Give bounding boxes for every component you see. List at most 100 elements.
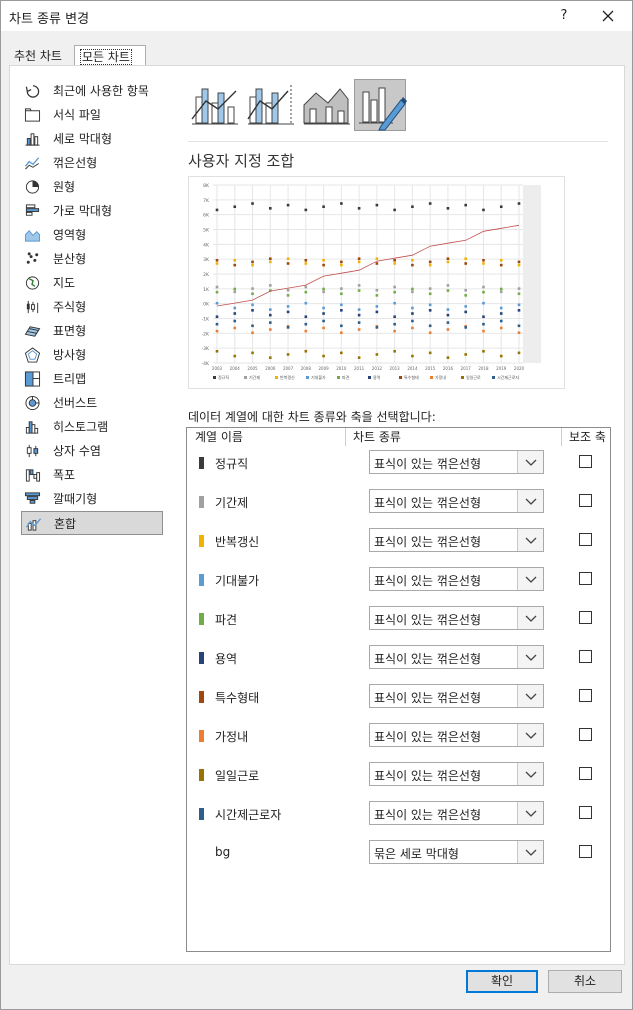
series-marker [304, 208, 308, 212]
chart-type-surface-chart[interactable]: 표면형 [21, 319, 163, 343]
close-button[interactable] [595, 5, 621, 27]
dropdown-button[interactable] [517, 568, 543, 590]
series-marker [251, 309, 254, 312]
chart-type-map-chart[interactable]: 지도 [21, 271, 163, 295]
series-marker [393, 262, 396, 265]
series-marker [464, 203, 468, 207]
legend-label: 기간제 [249, 374, 260, 380]
series-marker [464, 326, 468, 329]
chart-type-bar-chart[interactable]: 가로 막대형 [21, 199, 163, 223]
legend-swatch [461, 376, 464, 379]
tab-recommended-charts[interactable]: 추천 차트 [9, 45, 73, 65]
subtype-custom-combination[interactable] [354, 79, 407, 131]
secondary-axis-checkbox[interactable] [579, 806, 592, 819]
chart-type-dropdown[interactable]: 표식이 있는 꺾은선형 [369, 645, 544, 669]
secondary-axis-checkbox[interactable] [579, 455, 592, 468]
dropdown-button[interactable] [517, 802, 543, 824]
dropdown-button[interactable] [517, 607, 543, 629]
secondary-axis-checkbox[interactable] [579, 689, 592, 702]
series-marker [268, 308, 272, 311]
subtype-column-line-secondary[interactable] [244, 79, 296, 131]
chart-type-dropdown[interactable]: 표식이 있는 꺾은선형 [369, 450, 544, 474]
chart-type-sunburst[interactable]: 선버스트 [21, 391, 163, 415]
series-marker [304, 259, 308, 262]
ok-button[interactable]: 확인 [466, 970, 538, 993]
dropdown-button[interactable] [517, 685, 543, 707]
chart-type-pie-chart[interactable]: 원형 [21, 175, 163, 199]
help-button[interactable]: ? [552, 5, 576, 27]
series-marker [322, 259, 325, 262]
series-marker [340, 331, 343, 335]
chart-type-scatter-chart[interactable]: 분산형 [21, 247, 163, 271]
series-color-swatch [199, 769, 204, 781]
chart-type-dropdown[interactable]: 표식이 있는 꺾은선형 [369, 567, 544, 591]
chart-type-dropdown[interactable]: 표식이 있는 꺾은선형 [369, 684, 544, 708]
chart-type-folder[interactable]: 서식 파일 [21, 103, 163, 127]
series-marker [215, 262, 219, 265]
secondary-axis-checkbox[interactable] [579, 572, 592, 585]
chart-type-funnel[interactable]: 깔때기형 [21, 487, 163, 511]
secondary-axis-checkbox[interactable] [579, 533, 592, 546]
chart-type-label: 최근에 사용한 항목 [53, 84, 149, 98]
chart-type-dropdown[interactable]: 표식이 있는 꺾은선형 [369, 723, 544, 747]
secondary-axis-checkbox[interactable] [579, 767, 592, 780]
chart-type-dropdown[interactable]: 표식이 있는 꺾은선형 [369, 801, 544, 825]
chart-type-stock-chart[interactable]: 주식형 [21, 295, 163, 319]
treemap-icon [24, 371, 41, 387]
secondary-axis-checkbox[interactable] [579, 845, 592, 858]
box-whisker-icon [26, 444, 39, 458]
subtype-clustered-column-line[interactable] [188, 79, 240, 131]
chart-type-waterfall[interactable]: 폭포 [21, 463, 163, 487]
dropdown-button[interactable] [517, 763, 543, 785]
x-tick-label: 2012 [372, 366, 383, 371]
chart-type-dropdown[interactable]: 표식이 있는 꺾은선형 [369, 762, 544, 786]
series-marker [375, 326, 379, 329]
series-marker [268, 207, 272, 210]
chart-type-recent[interactable]: 최근에 사용한 항목 [21, 79, 163, 103]
tab-all-charts[interactable]: 모든 차트 [74, 45, 146, 66]
series-marker [340, 260, 343, 264]
chart-type-treemap[interactable]: 트리맵 [21, 367, 163, 391]
dropdown-button[interactable] [517, 529, 543, 551]
series-marker [233, 312, 237, 315]
series-marker [322, 312, 325, 315]
chart-type-dropdown[interactable]: 표식이 있는 꺾은선형 [369, 489, 544, 513]
chevron-down-icon [525, 771, 537, 778]
chart-type-area-chart[interactable]: 영역형 [21, 223, 163, 247]
secondary-axis-checkbox[interactable] [579, 650, 592, 663]
x-tick-label: 2003 [212, 366, 223, 371]
legend-swatch [492, 376, 495, 379]
secondary-axis-checkbox[interactable] [579, 728, 592, 741]
y-tick-label: 3K [203, 257, 210, 263]
chart-type-column-chart[interactable]: 세로 막대형 [21, 127, 163, 151]
series-marker [428, 303, 432, 307]
dropdown-button[interactable] [517, 451, 543, 473]
subtype-stacked-area-column[interactable] [300, 79, 352, 131]
dropdown-button[interactable] [517, 724, 543, 746]
series-marker [304, 322, 308, 326]
dropdown-button[interactable] [517, 490, 543, 512]
chart-type-dropdown[interactable]: 표식이 있는 꺾은선형 [369, 606, 544, 630]
chart-type-combo-chart[interactable]: 혼합 [21, 511, 163, 535]
chart-type-label: 지도 [53, 276, 76, 290]
chart-type-histogram[interactable]: 히스토그램 [21, 415, 163, 439]
secondary-axis-checkbox[interactable] [579, 494, 592, 507]
series-marker [428, 331, 432, 335]
dropdown-button[interactable] [517, 646, 543, 668]
series-marker [499, 306, 503, 310]
series-marker [215, 259, 219, 262]
chart-type-box-whisker[interactable]: 상자 수염 [21, 439, 163, 463]
dropdown-button[interactable] [517, 841, 543, 863]
secondary-axis-checkbox[interactable] [579, 611, 592, 624]
series-marker [464, 288, 468, 292]
x-tick-label: 2010 [336, 366, 347, 371]
series-marker [393, 290, 396, 294]
cancel-button[interactable]: 취소 [548, 970, 622, 993]
chart-type-radar-chart[interactable]: 방사형 [21, 343, 163, 367]
title-bar: 차트 종류 변경 ? [1, 1, 632, 31]
funnel-icon [24, 492, 41, 504]
dialog-title: 차트 종류 변경 [9, 12, 90, 27]
chart-type-dropdown[interactable]: 묶은 세로 막대형 [369, 840, 544, 864]
chart-type-dropdown[interactable]: 표식이 있는 꺾은선형 [369, 528, 544, 552]
chart-type-line-chart[interactable]: 꺾은선형 [21, 151, 163, 175]
